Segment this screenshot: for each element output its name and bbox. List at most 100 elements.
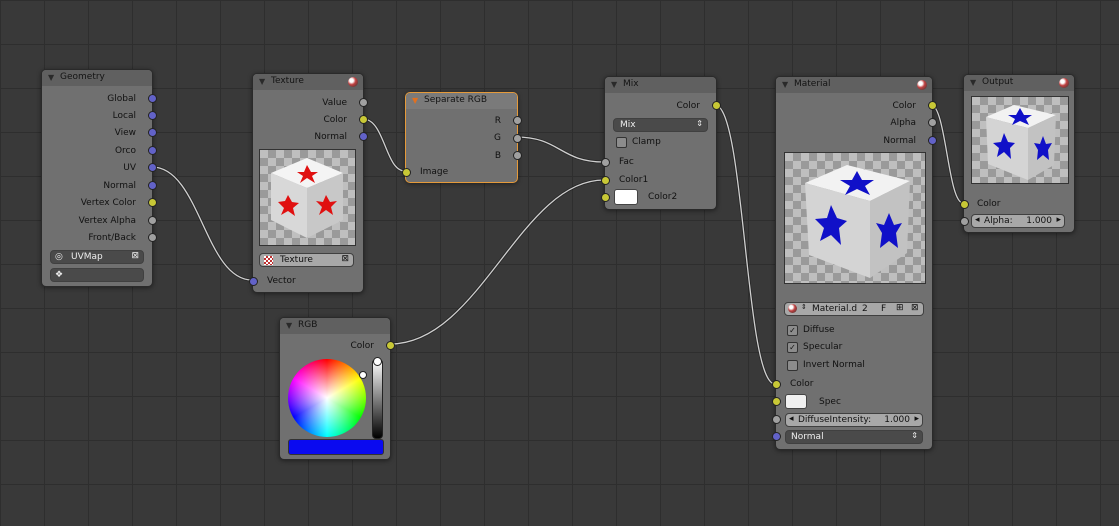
mix-node[interactable]: ▼ Mix Color Mix ⇕ Clamp Fac Color1 Color…: [601, 76, 721, 210]
socket-orco[interactable]: [148, 146, 157, 155]
material-ball-icon[interactable]: [348, 77, 358, 87]
socket-b[interactable]: [513, 151, 522, 160]
collapse-icon[interactable]: ▼: [782, 80, 788, 89]
alpha-slider[interactable]: ◂ Alpha: 1.000 ▸: [971, 214, 1065, 228]
socket-normal[interactable]: [359, 132, 368, 141]
color2-swatch[interactable]: [614, 189, 638, 205]
blend-mode-value: Mix: [620, 120, 636, 130]
output-vertex-alpha: Vertex Alpha: [78, 216, 136, 226]
material-node[interactable]: ▼ Material Color Alpha Normal ⇕ Material…: [772, 76, 937, 450]
socket-value[interactable]: [359, 98, 368, 107]
spec-color-swatch[interactable]: [785, 394, 807, 409]
socket-color[interactable]: [386, 341, 395, 350]
blend-mode-dropdown[interactable]: Mix ⇕: [613, 118, 708, 132]
rgb-node[interactable]: ▼ RGB Color: [279, 317, 395, 460]
node-header[interactable]: ▼ Separate RGB: [406, 93, 517, 109]
socket-alpha-in[interactable]: [960, 217, 969, 226]
specular-checkbox[interactable]: ✓: [787, 342, 798, 353]
node-header[interactable]: ▼ Texture: [253, 74, 363, 90]
node-links: [151, 103, 964, 386]
uvmap-field[interactable]: ◎ UVMap ⊠: [50, 250, 144, 264]
right-arrow-icon[interactable]: ▸: [914, 414, 919, 424]
diffuse-intensity-label: DiffuseIntensity:: [798, 415, 872, 425]
output-node[interactable]: ▼ Output Color ◂ Alpha: 1.000 ▸: [960, 74, 1075, 233]
collapse-icon[interactable]: ▼: [286, 321, 292, 330]
node-header[interactable]: ▼ Geometry: [42, 70, 152, 86]
vertex-color-field[interactable]: ❖: [50, 268, 144, 282]
checker-texture-icon[interactable]: [264, 256, 273, 265]
output-normal: Normal: [883, 136, 916, 146]
output-orco: Orco: [114, 146, 136, 156]
socket-image[interactable]: [402, 168, 411, 177]
close-icon[interactable]: ⊠: [911, 303, 919, 313]
socket-color[interactable]: [359, 115, 368, 124]
socket-fac[interactable]: [601, 158, 610, 167]
output-local: Local: [112, 111, 136, 121]
node-title: RGB: [298, 320, 318, 330]
node-header[interactable]: ▼ RGB: [280, 318, 390, 334]
material-name[interactable]: Material.d: [812, 304, 857, 314]
collapse-icon[interactable]: ▼: [412, 96, 418, 105]
separate-rgb-node[interactable]: ▼ Separate RGB R G B Image: [402, 92, 522, 183]
fake-user-toggle[interactable]: F: [881, 304, 886, 314]
socket-vector[interactable]: [249, 277, 258, 286]
socket-local[interactable]: [148, 111, 157, 120]
socket-color2[interactable]: [601, 193, 610, 202]
material-datablock-field[interactable]: ⇕ Material.d 2 F ⊞ ⊠: [784, 302, 924, 316]
socket-color-out[interactable]: [712, 101, 721, 110]
socket-view[interactable]: [148, 128, 157, 137]
user-count[interactable]: 2: [862, 304, 868, 314]
texture-select-field[interactable]: Texture ⊠: [259, 253, 354, 267]
node-header[interactable]: ▼ Mix: [605, 77, 716, 93]
socket-normal[interactable]: [148, 181, 157, 190]
color-wheel-cursor[interactable]: [359, 371, 367, 379]
socket-global[interactable]: [148, 94, 157, 103]
diffuse-checkbox[interactable]: ✓: [787, 325, 798, 336]
collapse-icon[interactable]: ▼: [970, 78, 976, 87]
node-header[interactable]: ▼ Material: [776, 77, 932, 93]
material-ball-icon[interactable]: [788, 304, 797, 313]
plus-icon[interactable]: ⊞: [896, 303, 904, 313]
socket-normal-out[interactable]: [928, 136, 937, 145]
socket-spec-in[interactable]: [772, 397, 781, 406]
left-arrow-icon[interactable]: ◂: [789, 414, 794, 424]
diffuse-intensity-slider[interactable]: ◂ DiffuseIntensity: 1.000 ▸: [785, 413, 923, 427]
socket-uv[interactable]: [148, 163, 157, 172]
socket-color-in[interactable]: [772, 380, 781, 389]
color-wheel[interactable]: [288, 359, 366, 437]
right-arrow-icon[interactable]: ▸: [1056, 215, 1061, 225]
material-ball-icon[interactable]: [1059, 78, 1069, 88]
invert-normal-checkbox[interactable]: [787, 360, 798, 371]
collapse-icon[interactable]: ▼: [259, 77, 265, 86]
normal-dropdown[interactable]: Normal ⇕: [785, 430, 923, 444]
socket-color1[interactable]: [601, 176, 610, 185]
socket-vertex-alpha[interactable]: [148, 216, 157, 225]
socket-front-back[interactable]: [148, 233, 157, 242]
input-color: Color: [790, 379, 814, 389]
geometry-node[interactable]: ▼ Geometry Global Local View Orco UV Nor…: [41, 69, 157, 287]
left-arrow-icon[interactable]: ◂: [975, 215, 980, 225]
updown-arrows-icon: ⇕: [696, 119, 703, 128]
socket-vertex-color[interactable]: [148, 198, 157, 207]
socket-color-in[interactable]: [960, 200, 969, 209]
node-title: Mix: [623, 79, 639, 89]
socket-r[interactable]: [513, 116, 522, 125]
output-normal: Normal: [314, 132, 347, 142]
close-icon[interactable]: ⊠: [341, 254, 349, 264]
socket-alpha-out[interactable]: [928, 118, 937, 127]
node-title: Texture: [271, 76, 304, 86]
clamp-checkbox[interactable]: [616, 137, 627, 148]
socket-normal-in[interactable]: [772, 432, 781, 441]
socket-g[interactable]: [513, 134, 522, 143]
node-header[interactable]: ▼ Output: [964, 75, 1074, 91]
rgb-color-swatch[interactable]: [288, 439, 384, 455]
socket-diffuse-intensity[interactable]: [772, 415, 781, 424]
collapse-icon[interactable]: ▼: [611, 80, 617, 89]
close-icon[interactable]: ⊠: [131, 251, 139, 261]
material-ball-icon[interactable]: [917, 80, 927, 90]
value-slider-handle[interactable]: [373, 357, 382, 366]
texture-node[interactable]: ▼ Texture Value Color Normal Texture ⊠ V…: [249, 73, 368, 293]
collapse-icon[interactable]: ▼: [48, 73, 54, 82]
value-slider[interactable]: [372, 359, 383, 439]
socket-color-out[interactable]: [928, 101, 937, 110]
